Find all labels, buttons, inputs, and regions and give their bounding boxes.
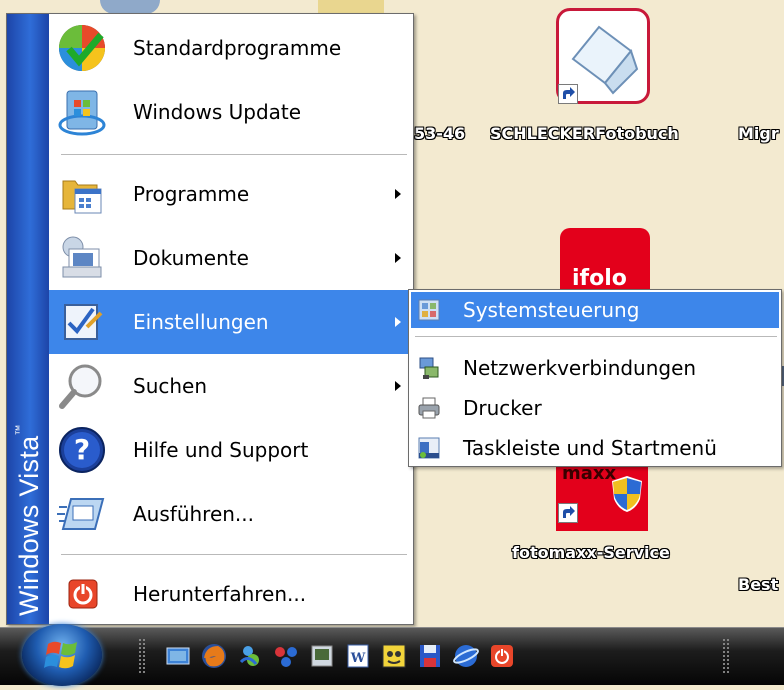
run-icon [57,489,107,539]
desktop-label-migr: Migr [738,124,779,143]
submenu-item-drucker[interactable]: Drucker [411,390,779,426]
submenu-arrow-icon [395,189,401,199]
shield-icon [610,475,644,513]
taskbar-grip[interactable] [138,638,146,674]
ifolor-label: ifolo [572,266,627,291]
submenu-label: Systemsteuerung [463,298,640,322]
help-icon: ? [57,425,107,475]
menu-label: Hilfe und Support [133,438,309,462]
brand-title: Windows Vista [14,435,44,616]
messenger-icon[interactable] [236,642,264,670]
start-button[interactable] [22,624,102,686]
control-panel-icon [417,298,441,322]
avatar-icon[interactable] [380,642,408,670]
submenu-item-systemsteuerung[interactable]: Systemsteuerung [411,292,779,328]
menu-item-standardprogramme[interactable]: Standardprogramme [49,16,413,80]
menu-label: Herunterfahren... [133,582,307,606]
desktop-label-fotomaxx: fotomaxx-Service [512,543,670,562]
submenu-separator [415,336,777,337]
submenu-item-netzwerkverbindungen[interactable]: Netzwerkverbindungen [411,350,779,386]
photo-icon[interactable] [308,642,336,670]
submenu-arrow-icon [395,317,401,327]
taskbar-startmenu-icon [417,436,441,460]
network-icon[interactable] [272,642,300,670]
desktop-label-number: 53-46 [414,124,466,143]
menu-item-programme[interactable]: Programme [49,162,413,226]
shortcut-arrow-icon [558,503,578,523]
default-programs-icon [57,23,107,73]
menu-separator [61,554,407,555]
schlecker-fotobuch-shortcut[interactable] [550,4,660,108]
programs-folder-icon [57,169,107,219]
ifolor-shortcut-partial[interactable]: ifolo [560,228,650,291]
menu-label: Windows Update [133,100,302,124]
settings-checklist-icon [57,297,107,347]
shutdown-icon[interactable] [488,642,516,670]
floppy-save-icon[interactable] [416,642,444,670]
start-menu: Windows Vista™ Standardprogramme Windows… [6,13,414,625]
word-icon[interactable]: W [344,642,372,670]
svg-text:W: W [350,651,366,666]
menu-label: Suchen [133,374,208,398]
menu-label: Ausführen... [133,502,255,526]
windows-update-icon [57,87,107,137]
submenu-item-taskleiste-und-startmenue[interactable]: Taskleiste und Startmenü [411,430,779,466]
brand-text: Windows Vista™ [14,424,45,616]
network-connections-icon [417,356,441,380]
einstellungen-submenu: Systemsteuerung Netzwerkverbindungen Dru… [408,289,782,467]
brand-bar: Windows Vista™ [7,14,49,624]
documents-icon [57,233,107,283]
menu-label: Programme [133,182,250,206]
menu-label: Einstellungen [133,310,269,334]
desktop-label-best: Best [738,575,779,594]
menu-item-ausfuehren[interactable]: Ausführen... [49,482,413,546]
printer-icon [417,396,441,420]
globe-icon[interactable] [452,642,480,670]
desktop-partial-icon-top [100,0,160,14]
submenu-label: Netzwerkverbindungen [463,356,697,380]
menu-item-windows-update[interactable]: Windows Update [49,80,413,144]
menu-label: Dokumente [133,246,249,270]
menu-item-dokumente[interactable]: Dokumente [49,226,413,290]
shutdown-icon [57,569,107,619]
fotomaxx-service-shortcut[interactable]: maxx [556,463,648,531]
svg-text:?: ? [74,433,90,466]
menu-item-hilfe-und-support[interactable]: ? Hilfe und Support [49,418,413,482]
windows-logo-icon [44,641,77,669]
firefox-icon[interactable] [200,642,228,670]
desktop-label-schlecker: SCHLECKERFotobuch [490,124,679,143]
menu-item-suchen[interactable]: Suchen [49,354,413,418]
desktop-partial-folder-top [318,0,384,14]
submenu-label: Drucker [463,396,542,420]
submenu-arrow-icon [395,253,401,263]
show-desktop-icon[interactable] [164,642,192,670]
menu-separator [61,154,407,155]
search-magnifier-icon [57,361,107,411]
submenu-label: Taskleiste und Startmenü [463,436,717,460]
menu-item-einstellungen[interactable]: Einstellungen [49,290,413,354]
taskbar-grip[interactable] [722,638,730,674]
shortcut-arrow-icon [558,84,578,104]
menu-label: Standardprogramme [133,36,342,60]
submenu-arrow-icon [395,381,401,391]
menu-item-herunterfahren[interactable]: Herunterfahren... [49,562,413,626]
taskbar: W [0,624,784,686]
brand-tm: ™ [14,424,26,436]
